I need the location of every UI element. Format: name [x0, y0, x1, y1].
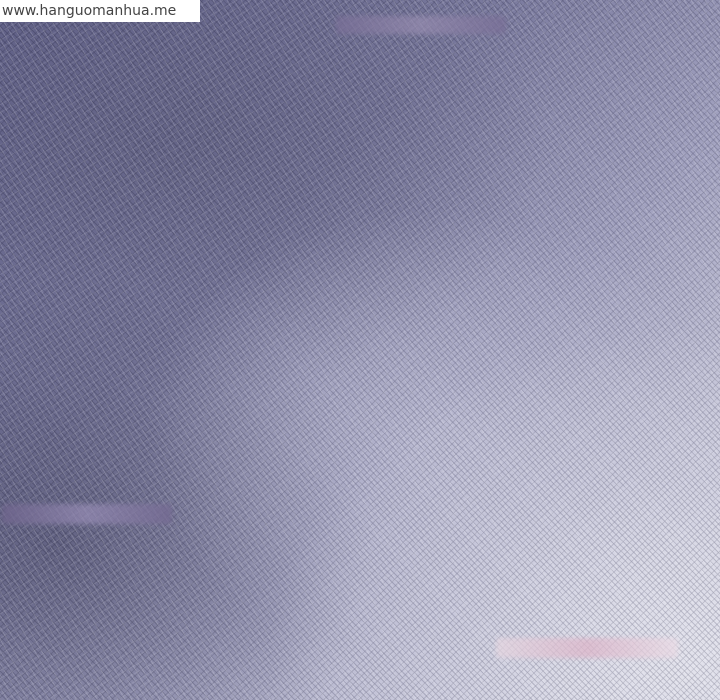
blurred-mark-top: [336, 16, 506, 34]
site-watermark: www.hanguomanhua.me: [0, 0, 200, 22]
blurred-mark-left: [2, 504, 172, 524]
textured-background: www.hanguomanhua.me: [0, 0, 720, 700]
crosshatch-highlight-texture: [0, 0, 720, 700]
crosshatch-texture: [0, 0, 720, 700]
blurred-mark-bottom-right: [496, 638, 678, 658]
